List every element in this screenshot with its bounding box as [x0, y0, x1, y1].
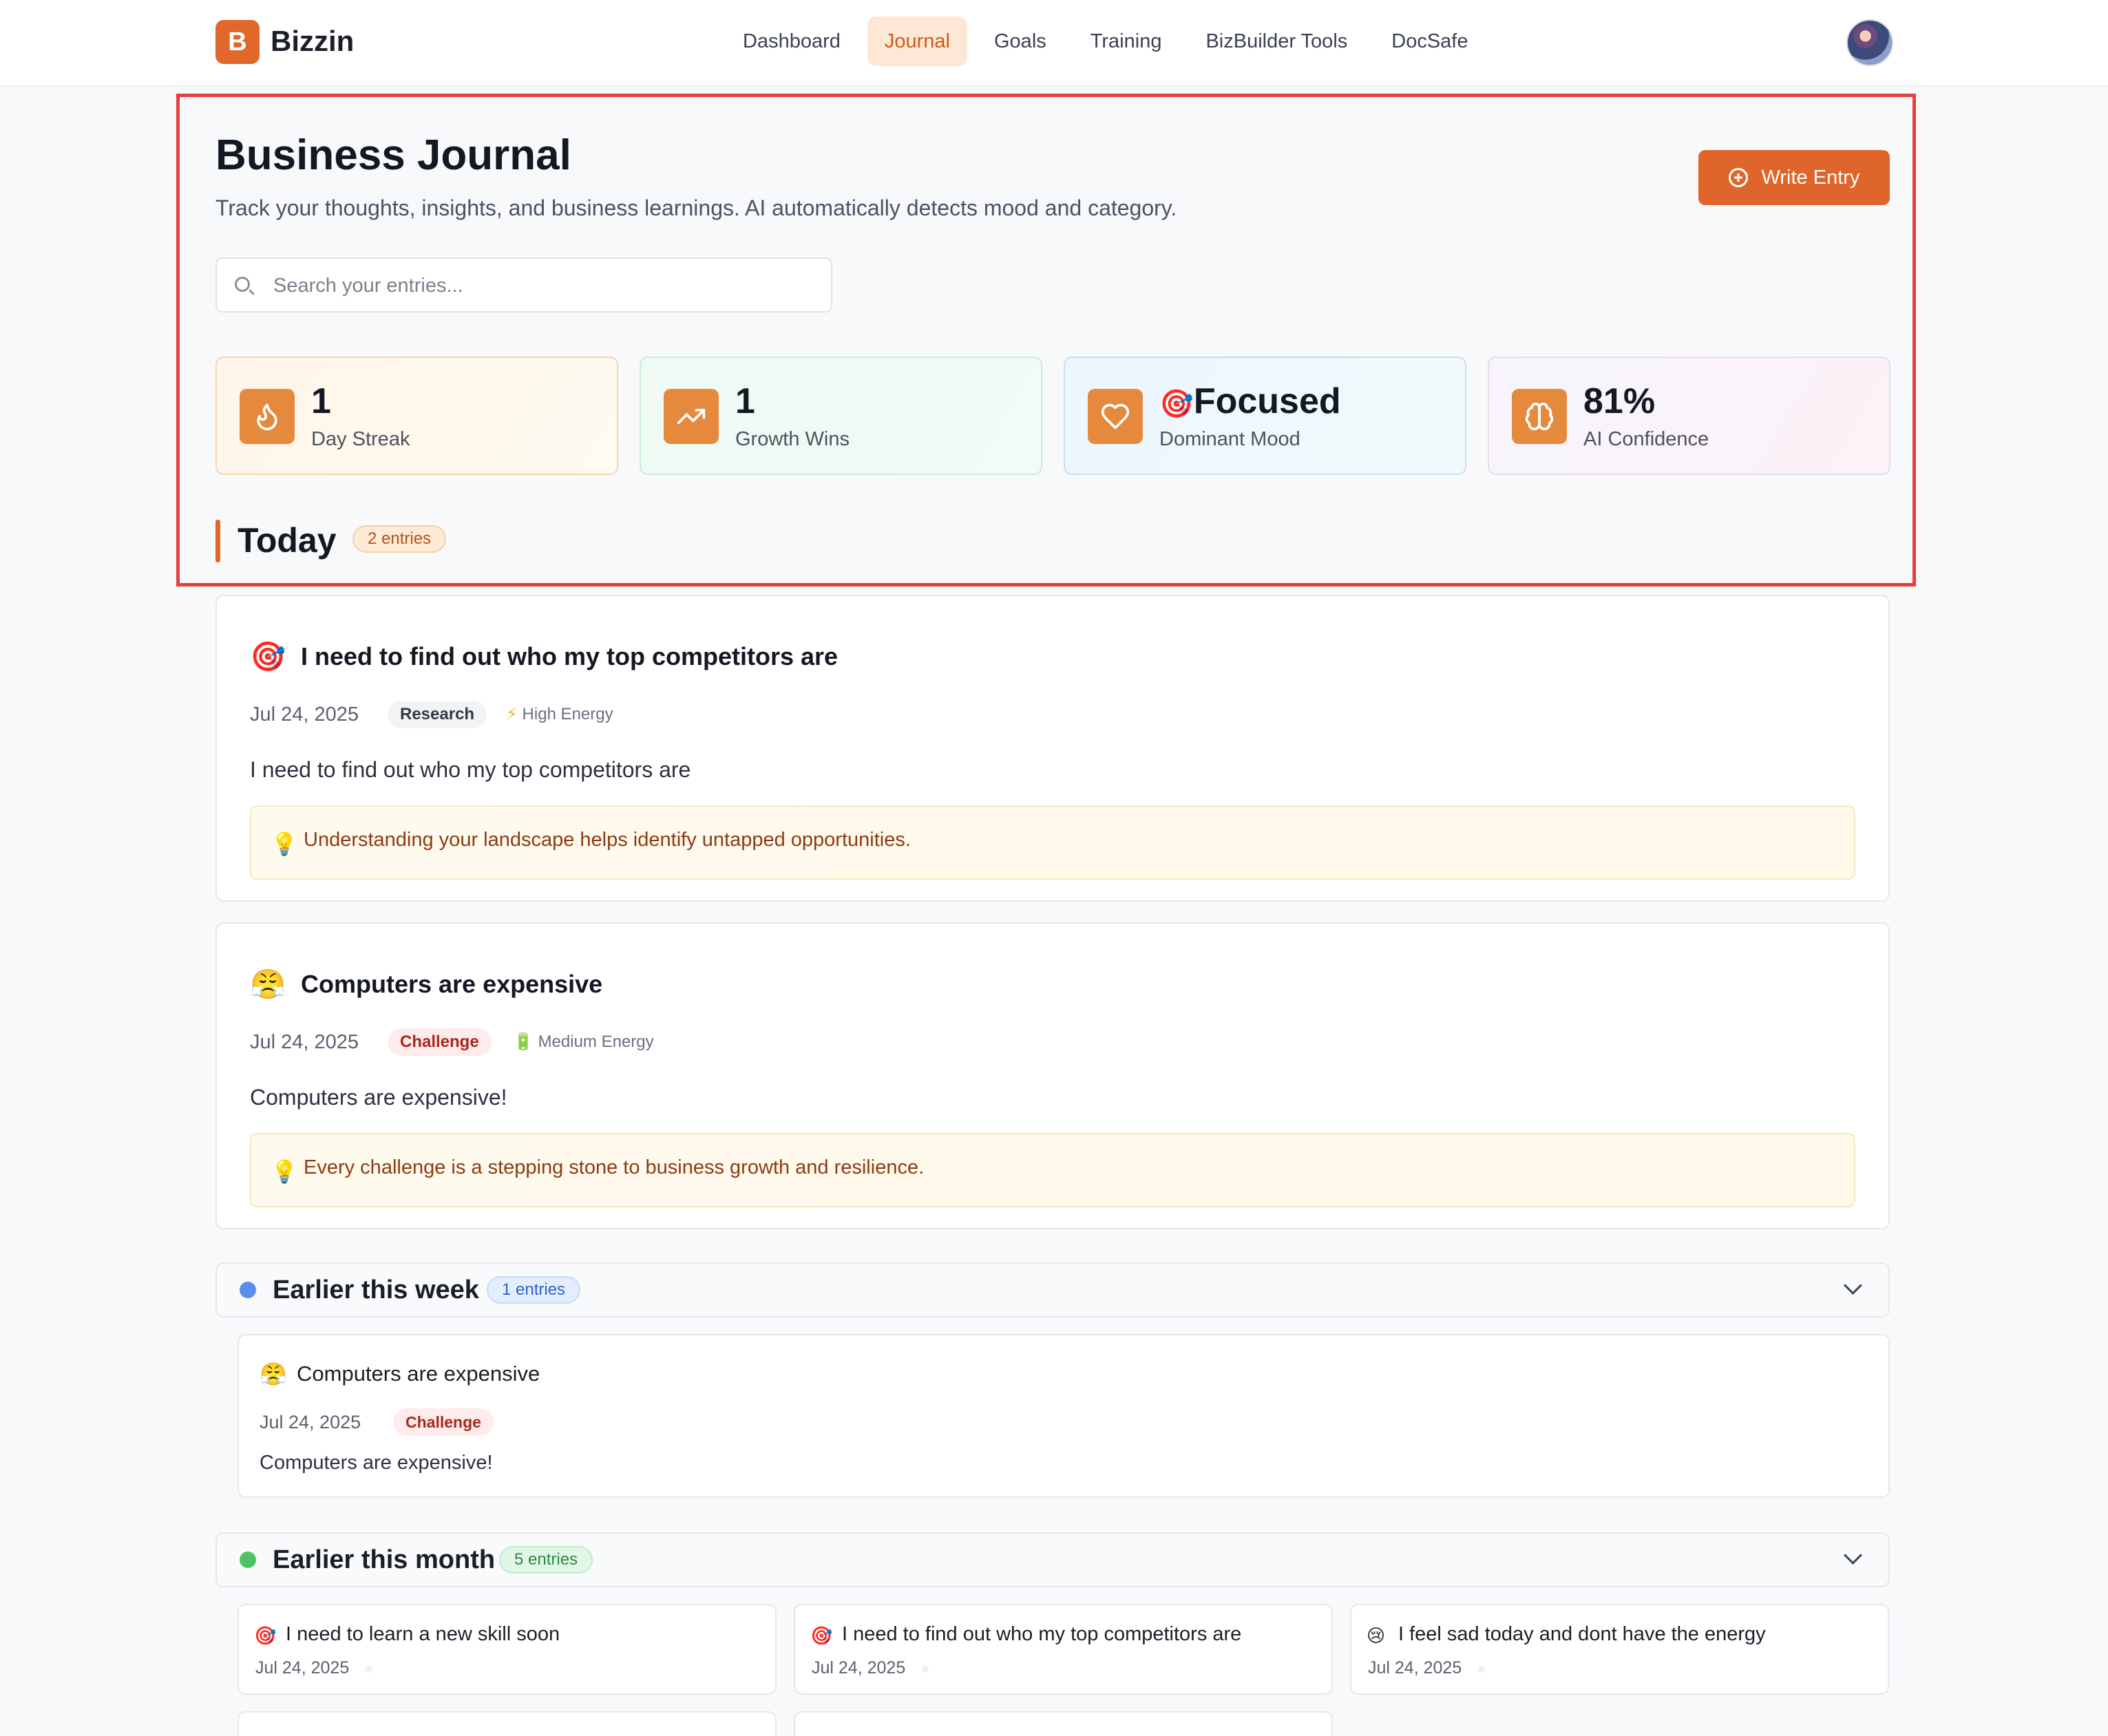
flame-icon — [240, 389, 295, 444]
page-subtitle: Track your thoughts, insights, and busin… — [215, 195, 1177, 220]
ai-insight-box: 💡 Understanding your landscape helps ide… — [250, 805, 1855, 880]
section-dot — [240, 1282, 256, 1298]
section-earlier-this-month[interactable]: Earlier this month 5 entries — [215, 1532, 1890, 1587]
target-emoji-icon: 🎯 — [1159, 389, 1194, 419]
entry-tile[interactable] — [238, 1711, 777, 1736]
ai-insight-box: 💡 Every challenge is a stepping stone to… — [250, 1133, 1855, 1207]
energy-label: High Energy — [522, 705, 613, 723]
entry-tile[interactable]: 🎯 I need to find out who my top competit… — [794, 1604, 1333, 1695]
battery-icon: 🔋 — [513, 1033, 534, 1051]
nav-bizbuilder-tools[interactable]: BizBuilder Tools — [1188, 17, 1364, 66]
search-box[interactable] — [215, 257, 832, 313]
energy-indicator: 🔋 Medium Energy — [513, 1028, 654, 1056]
nav-training[interactable]: Training — [1073, 17, 1179, 66]
entry-title: Computers are expensive — [297, 1362, 540, 1386]
sad-face-emoji-icon: 😢 — [1367, 1625, 1386, 1646]
entry-date: Jul 24, 2025 — [260, 1412, 361, 1432]
write-entry-label: Write Entry — [1761, 166, 1860, 189]
entry-body: I need to find out who my top competitor… — [250, 757, 691, 782]
entry-date: Jul 24, 2025 — [250, 1031, 359, 1053]
section-count-badge: 5 entries — [499, 1546, 593, 1574]
energy-label: Medium Energy — [538, 1033, 654, 1051]
entry-title: I feel sad today and dont have the energ… — [1398, 1623, 1766, 1645]
section-dot — [240, 1552, 256, 1568]
logo-icon[interactable]: B — [215, 20, 260, 64]
user-avatar[interactable] — [1846, 19, 1893, 66]
entry-date: Jul 24, 2025 — [1368, 1658, 1462, 1677]
stat-label: Day Streak — [311, 428, 410, 450]
status-dot — [1478, 1666, 1485, 1673]
entry-date: Jul 24, 2025 — [255, 1658, 350, 1677]
stat-card-dominant-mood: 🎯Focused Dominant Mood — [1064, 357, 1466, 475]
category-tag: Research — [388, 701, 487, 728]
angry-face-emoji-icon: 😤 — [260, 1362, 287, 1386]
journal-entry-card[interactable]: 😤 Computers are expensive Jul 24, 2025 C… — [215, 922, 1890, 1229]
entry-date: Jul 24, 2025 — [812, 1658, 906, 1677]
category-tag: Challenge — [393, 1408, 494, 1436]
section-title: Earlier this week — [273, 1275, 479, 1304]
today-count-badge: 2 entries — [352, 525, 447, 553]
energy-indicator: ⚡ High Energy — [506, 701, 613, 728]
stat-value: 🎯Focused — [1159, 379, 1341, 427]
category-tag: Challenge — [388, 1028, 492, 1056]
target-emoji-icon: 🎯 — [810, 1625, 833, 1646]
stat-card-growth-wins: 1 Growth Wins — [640, 357, 1042, 475]
lightbulb-icon: 💡 — [271, 832, 298, 856]
chevron-down-icon[interactable] — [1844, 1546, 1862, 1565]
entry-title: Computers are expensive — [301, 970, 603, 998]
search-input[interactable] — [272, 259, 819, 313]
lightning-icon: ⚡ — [506, 705, 518, 723]
target-emoji-icon: 🎯 — [254, 1625, 277, 1646]
stat-label: Growth Wins — [735, 428, 850, 450]
main-nav: Dashboard Journal Goals Training BizBuil… — [726, 17, 1486, 66]
mood-value: Focused — [1193, 381, 1341, 421]
nav-goals[interactable]: Goals — [977, 17, 1064, 66]
stat-value: 81% — [1583, 381, 1656, 421]
nav-journal[interactable]: Journal — [867, 17, 967, 66]
entry-title: I need to find out who my top competitor… — [301, 642, 839, 670]
nav-dashboard[interactable]: Dashboard — [726, 17, 858, 66]
section-title: Earlier this month — [273, 1545, 496, 1574]
write-entry-button[interactable]: Write Entry — [1698, 150, 1890, 205]
insight-text: Every challenge is a stepping stone to b… — [304, 1156, 925, 1178]
top-navbar: B Bizzin Dashboard Journal Goals Trainin… — [0, 0, 2108, 87]
today-heading: Today — [238, 521, 337, 560]
stat-card-ai-confidence: 81% AI Confidence — [1488, 357, 1890, 475]
stat-value: 1 — [735, 381, 755, 421]
entry-tile[interactable] — [794, 1711, 1333, 1736]
entry-title: I need to find out who my top competitor… — [842, 1623, 1242, 1645]
entry-title: I need to learn a new skill soon — [286, 1623, 560, 1645]
stat-label: Dominant Mood — [1159, 428, 1300, 450]
entry-body: Computers are expensive! — [250, 1085, 507, 1110]
trending-up-icon — [664, 389, 719, 444]
status-dot — [922, 1666, 929, 1673]
angry-face-emoji-icon: 😤 — [250, 968, 286, 1000]
stat-value: 1 — [311, 381, 331, 421]
journal-entry-card[interactable]: 😤 Computers are expensive Jul 24, 2025 C… — [238, 1334, 1890, 1498]
brain-icon — [1512, 389, 1567, 444]
journal-entry-card[interactable]: 🎯 I need to find out who my top competit… — [215, 595, 1890, 902]
stat-label: AI Confidence — [1583, 428, 1709, 450]
stat-card-day-streak: 1 Day Streak — [215, 357, 618, 475]
insight-text: Understanding your landscape helps ident… — [304, 829, 911, 851]
plus-circle-icon — [1728, 168, 1748, 187]
search-icon — [235, 277, 250, 292]
app-name[interactable]: Bizzin — [271, 21, 354, 62]
entry-body: Computers are expensive! — [260, 1452, 493, 1474]
target-emoji-icon: 🎯 — [250, 640, 286, 673]
heart-icon — [1088, 389, 1143, 444]
lightbulb-icon: 💡 — [271, 1159, 298, 1184]
entry-tile[interactable]: 🎯 I need to learn a new skill soon Jul 2… — [238, 1604, 777, 1695]
page-title: Business Journal — [215, 131, 571, 179]
section-earlier-this-week[interactable]: Earlier this week 1 entries — [215, 1262, 1890, 1317]
nav-docsafe[interactable]: DocSafe — [1374, 17, 1485, 66]
chevron-down-icon[interactable] — [1844, 1276, 1862, 1295]
today-accent-bar — [215, 520, 220, 562]
status-dot — [366, 1666, 372, 1673]
entry-date: Jul 24, 2025 — [250, 703, 359, 726]
entry-tile[interactable]: 😢 I feel sad today and dont have the ene… — [1350, 1604, 1889, 1695]
section-count-badge: 1 entries — [487, 1276, 581, 1304]
